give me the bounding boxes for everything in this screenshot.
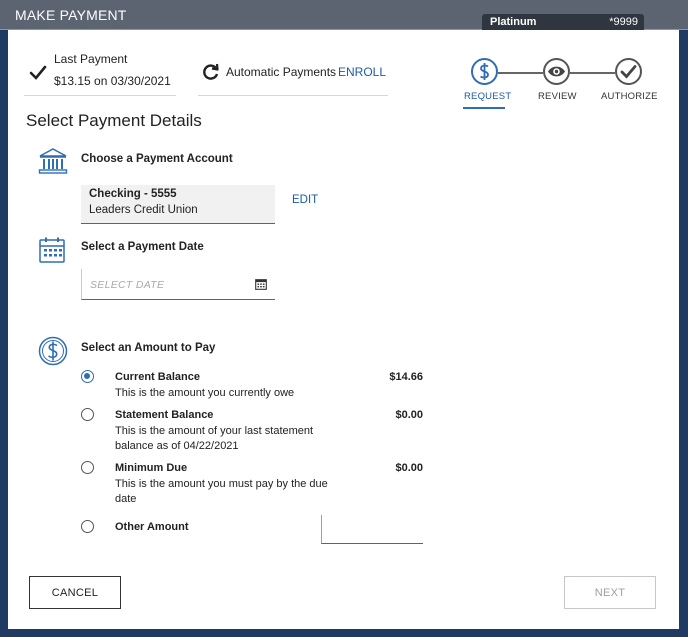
edit-account-link[interactable]: EDIT xyxy=(292,194,318,206)
payment-dialog: Last Payment $13.15 on 03/30/2021 Automa… xyxy=(8,30,679,629)
payment-date-input[interactable]: SELECT DATE xyxy=(81,269,275,300)
date-placeholder: SELECT DATE xyxy=(90,279,165,291)
title-bar: MAKE PAYMENT Platinum *9999 xyxy=(0,0,688,30)
current-balance-description: This is the amount you currently owe xyxy=(115,387,295,399)
checkmark-icon xyxy=(29,65,47,80)
cancel-button[interactable]: CANCEL xyxy=(29,576,121,609)
backdrop-bottom xyxy=(0,629,688,637)
other-amount-input[interactable] xyxy=(321,515,423,544)
current-balance-radio[interactable] xyxy=(81,370,94,383)
dollar-icon xyxy=(480,63,489,80)
last-payment-label: Last Payment xyxy=(54,52,128,66)
next-button[interactable]: NEXT xyxy=(564,576,656,609)
step-request-label: REQUEST xyxy=(464,91,512,102)
account-name: Checking - 5555 xyxy=(89,188,177,200)
refresh-icon xyxy=(203,63,219,80)
statement-balance-description: This is the amount of your last statemen… xyxy=(115,425,314,452)
automatic-payments-label: Automatic Payments xyxy=(226,65,337,79)
checkmark-icon xyxy=(620,65,637,79)
page-title: Select Payment Details xyxy=(26,111,202,130)
selected-account[interactable]: Checking - 5555 Leaders Credit Union xyxy=(81,185,275,224)
statement-balance-radio[interactable] xyxy=(81,408,94,421)
statement-balance-title: Statement Balance xyxy=(115,409,214,421)
account-bank: Leaders Credit Union xyxy=(89,204,198,216)
payment-account-title: Choose a Payment Account xyxy=(81,153,233,165)
statement-balance-amount: $0.00 xyxy=(395,409,423,421)
step-authorize-circle xyxy=(615,58,642,85)
stepper-line xyxy=(570,72,615,74)
other-amount-radio[interactable] xyxy=(81,520,94,533)
calendar-icon[interactable] xyxy=(255,278,267,290)
amount-title: Select an Amount to Pay xyxy=(81,342,216,354)
card-indicator: Platinum *9999 xyxy=(482,14,644,30)
payment-date-title: Select a Payment Date xyxy=(81,241,204,253)
stepper-line xyxy=(498,72,543,74)
enroll-link[interactable]: ENROLL xyxy=(338,65,386,79)
bank-icon xyxy=(38,148,68,174)
calendar-icon xyxy=(39,237,65,263)
active-step-indicator xyxy=(463,107,505,109)
last-payment-value: $13.15 on 03/30/2021 xyxy=(54,74,171,88)
current-balance-amount: $14.66 xyxy=(389,371,423,383)
other-amount-title: Other Amount xyxy=(115,521,189,533)
minimum-due-radio[interactable] xyxy=(81,461,94,474)
window-title: MAKE PAYMENT xyxy=(15,7,127,23)
step-authorize-label: AUTHORIZE xyxy=(601,91,658,102)
backdrop-right xyxy=(679,30,688,637)
step-review-label: REVIEW xyxy=(538,91,577,102)
card-name: Platinum xyxy=(490,16,537,28)
minimum-due-description: This is the amount you must pay by the d… xyxy=(115,478,328,505)
minimum-due-amount: $0.00 xyxy=(395,462,423,474)
card-number: *9999 xyxy=(609,16,638,28)
backdrop-left xyxy=(0,30,8,630)
eye-icon xyxy=(548,66,565,77)
dollar-icon xyxy=(38,336,68,366)
step-request-circle xyxy=(471,58,498,85)
minimum-due-title: Minimum Due xyxy=(115,462,188,474)
current-balance-title: Current Balance xyxy=(115,371,200,383)
step-review-circle xyxy=(543,58,570,85)
